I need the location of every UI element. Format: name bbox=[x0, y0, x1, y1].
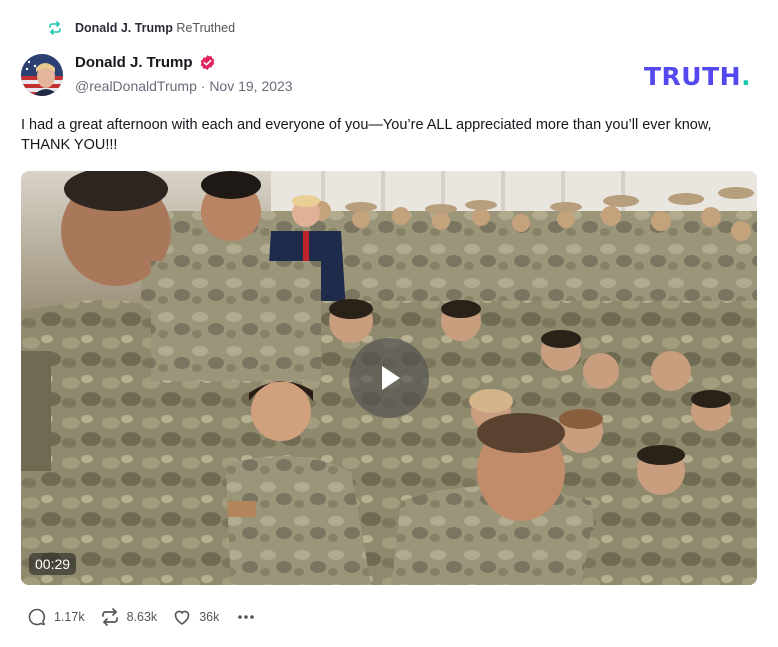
like-button[interactable]: 36k bbox=[172, 607, 219, 627]
avatar[interactable] bbox=[21, 54, 63, 96]
retruth-count: 8.63k bbox=[126, 610, 158, 624]
post-date[interactable]: Nov 19, 2023 bbox=[209, 78, 292, 94]
author-handle[interactable]: @realDonaldTrump bbox=[75, 78, 197, 94]
post-text: I had a great afternoon with each and ev… bbox=[21, 117, 712, 153]
play-icon bbox=[382, 366, 400, 390]
logo-dot: . bbox=[741, 62, 752, 91]
reply-button[interactable]: 1.17k bbox=[27, 607, 85, 627]
meta-separator: · bbox=[200, 78, 206, 94]
retruth-label: Donald J. Trump ReTruthed bbox=[75, 21, 235, 35]
heart-icon bbox=[172, 607, 192, 627]
retruth-user-link[interactable]: Donald J. Trump bbox=[75, 21, 173, 35]
author-display-name[interactable]: Donald J. Trump bbox=[75, 54, 193, 71]
video-player[interactable]: 00:29 bbox=[21, 171, 757, 585]
retruth-icon bbox=[47, 20, 63, 36]
more-options-icon[interactable] bbox=[236, 607, 256, 627]
retruth-icon bbox=[100, 607, 120, 627]
retruth-button[interactable]: 8.63k bbox=[100, 607, 158, 627]
author-name-row: Donald J. Trump bbox=[75, 54, 216, 71]
reply-icon bbox=[27, 607, 47, 627]
video-duration: 00:29 bbox=[29, 553, 77, 575]
play-button[interactable] bbox=[349, 338, 429, 418]
post-actions: 1.17k 8.63k 36k bbox=[27, 606, 256, 628]
verified-badge-icon bbox=[199, 54, 216, 71]
truth-social-logo[interactable]: TRUTH. bbox=[644, 62, 751, 91]
retruth-action-text: ReTruthed bbox=[176, 21, 236, 35]
retruth-header: Donald J. Trump ReTruthed bbox=[47, 18, 235, 38]
reply-count: 1.17k bbox=[54, 610, 85, 624]
logo-text: TRUTH bbox=[644, 62, 742, 91]
like-count: 36k bbox=[199, 610, 220, 624]
author-meta: @realDonaldTrump · Nov 19, 2023 bbox=[75, 78, 293, 94]
